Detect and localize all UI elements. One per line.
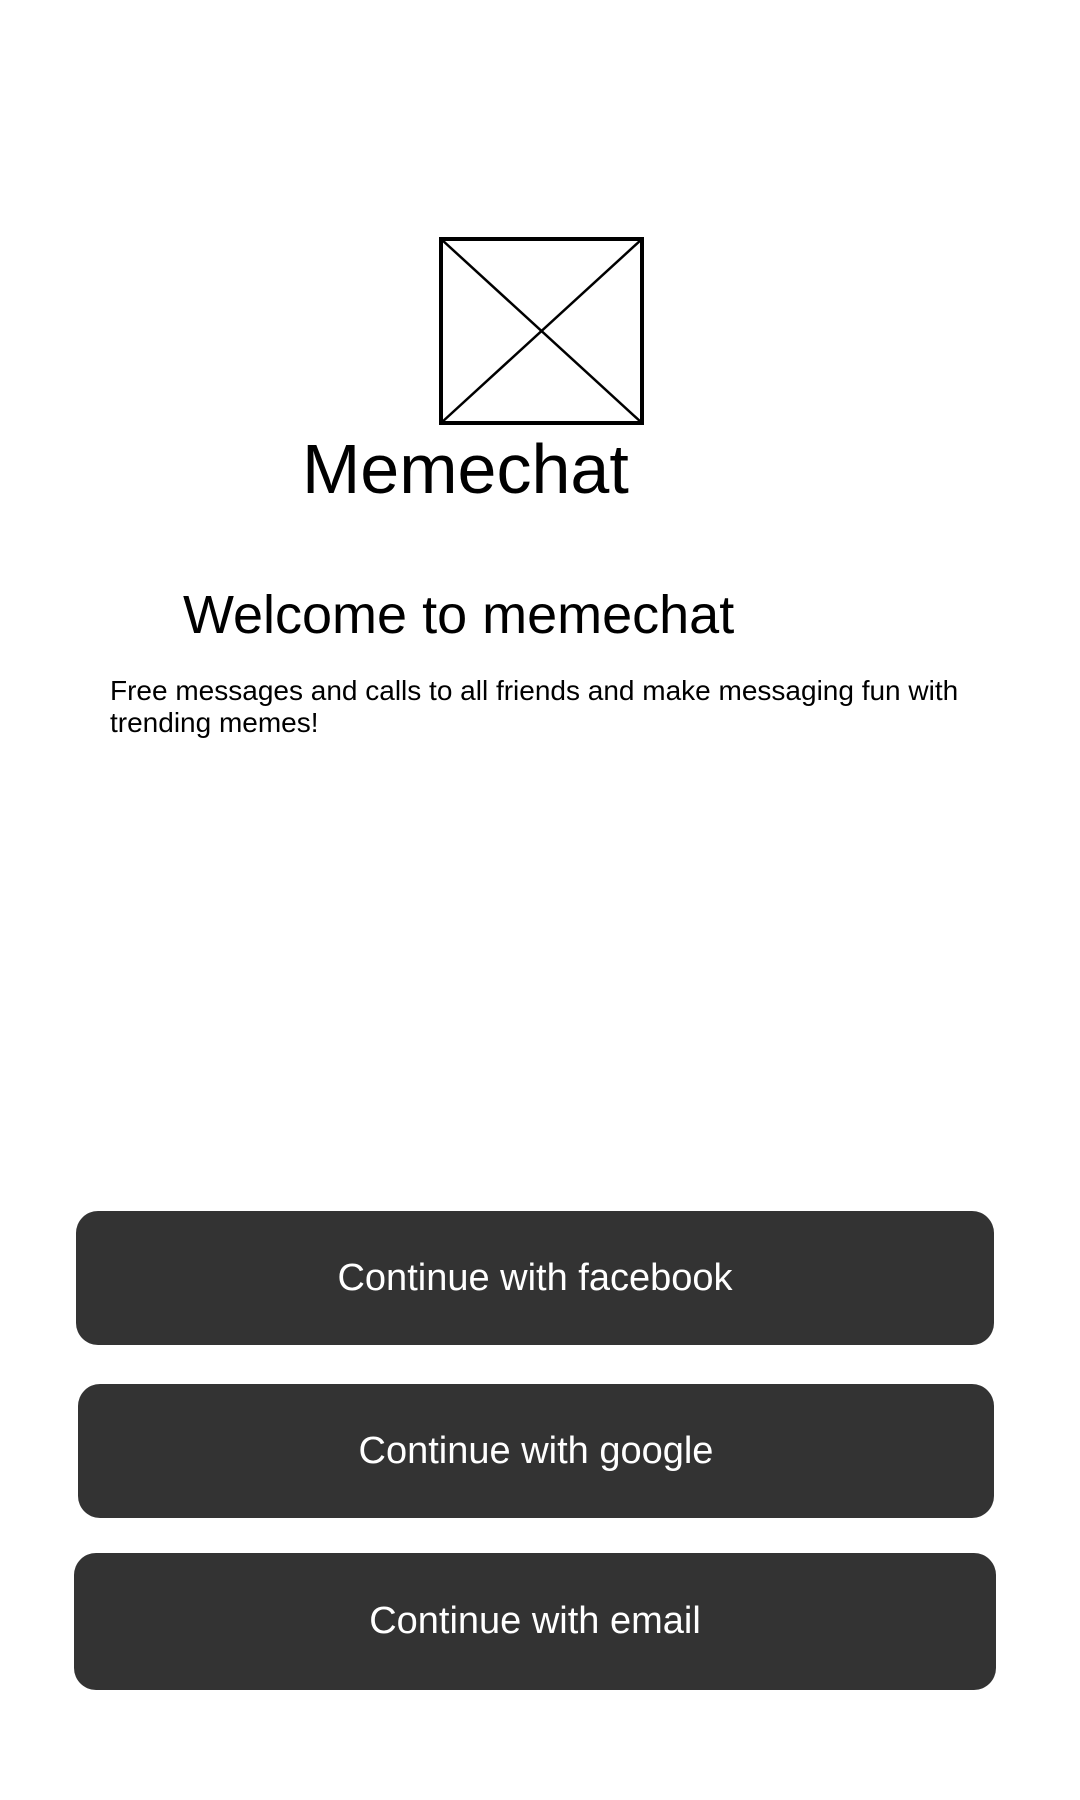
continue-with-google-button[interactable]: Continue with google	[78, 1384, 994, 1518]
welcome-screen: Memechat Welcome to memechat Free messag…	[0, 0, 1080, 1800]
tagline: Free messages and calls to all friends a…	[110, 675, 959, 738]
image-placeholder-icon	[439, 237, 644, 425]
continue-with-email-button[interactable]: Continue with email	[74, 1553, 996, 1690]
continue-with-facebook-button[interactable]: Continue with facebook	[76, 1211, 994, 1345]
facebook-button-label: Continue with facebook	[337, 1256, 733, 1299]
google-button-label: Continue with google	[358, 1429, 714, 1472]
email-button-label: Continue with email	[369, 1600, 701, 1642]
welcome-title: Welcome to memechat	[183, 585, 735, 645]
app-name: Memechat	[302, 430, 629, 508]
